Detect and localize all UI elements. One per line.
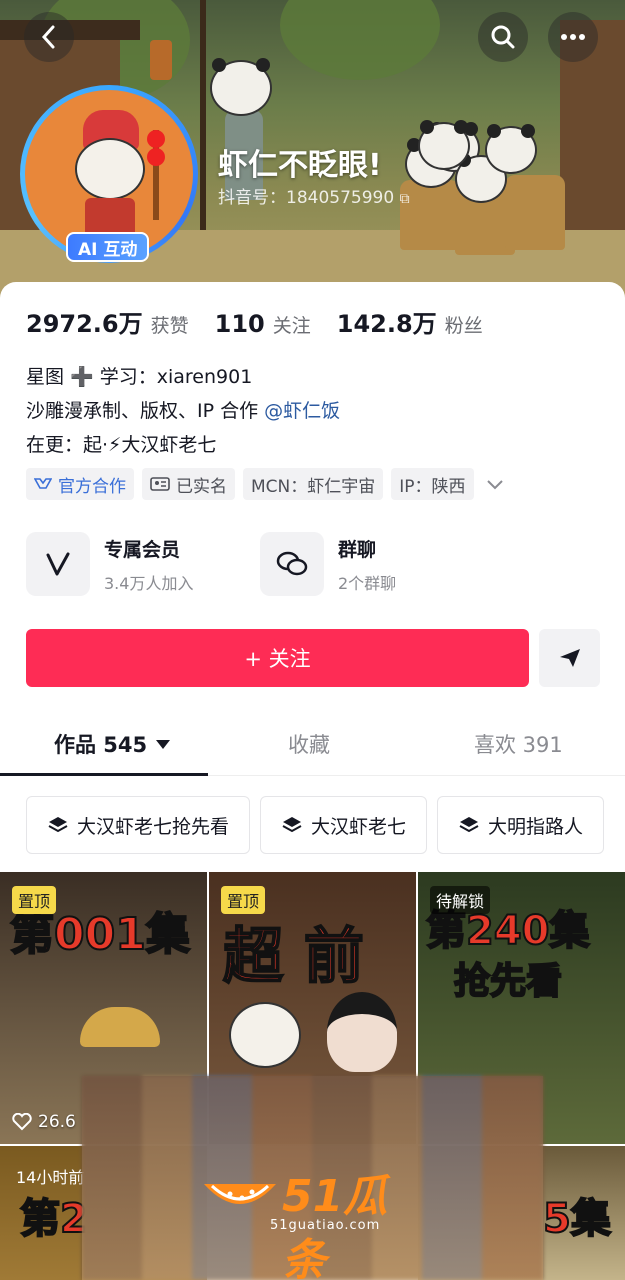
vip-v-icon [26, 532, 90, 596]
douyin-id-label: 抖音号：1840575990 [218, 188, 395, 208]
straw-hat [80, 1007, 160, 1047]
collection-chip[interactable]: 大明指路人 [437, 796, 605, 854]
collection-label: 大明指路人 [488, 815, 584, 838]
video-subtitle-overlay: 抢先看 [453, 960, 563, 1003]
pole [200, 0, 206, 240]
tag-label: 官方合作 [58, 476, 126, 497]
handshake-icon [34, 478, 52, 489]
followers-count[interactable]: 142.8万 [337, 304, 437, 339]
paper-plane-icon [559, 649, 580, 667]
character-body [505, 175, 565, 250]
followers-label: 粉丝 [444, 315, 483, 337]
bio-mention-link[interactable]: @虾仁饭 [264, 400, 340, 422]
layers-icon [282, 817, 302, 833]
active-tab-indicator [0, 773, 208, 776]
collection-chips: 大汉虾老七抢先看 大汉虾老七 大明指路人 [26, 796, 605, 854]
tag-label: 已实名 [176, 476, 227, 497]
feature-subtitle: 2个群聊 [338, 573, 397, 593]
locked-badge: 待解锁 [430, 886, 491, 914]
copy-icon[interactable]: ⧉ [400, 191, 410, 207]
tag-official-cooperation[interactable]: 官方合作 [26, 468, 134, 500]
bio-line-3: 在更：起·⚡大汉虾老七 [26, 434, 217, 456]
more-dots-icon [561, 34, 585, 40]
video-likes: 26.6 [12, 1112, 76, 1132]
video-time: 14小时前 [16, 1168, 85, 1187]
candied-haw [147, 130, 165, 148]
profile-name: 虾仁不眨眼! [218, 148, 382, 183]
tag-mcn[interactable]: MCN：虾仁宇宙 [243, 468, 384, 500]
following-label: 关注 [272, 315, 311, 337]
caret-down-icon [156, 740, 171, 749]
heart-icon [12, 1113, 32, 1131]
feature-vip-membership[interactable]: 专属会员 3.4万人加入 [26, 532, 193, 596]
tag-label: IP：陕西 [399, 476, 466, 497]
tag-ip-location: IP：陕西 [391, 468, 474, 500]
tab-favorites[interactable]: 收藏 [288, 712, 330, 776]
collection-chip[interactable]: 大汉虾老七 [260, 796, 428, 854]
tab-works[interactable]: 作品 545 [54, 712, 171, 776]
search-button[interactable] [478, 12, 528, 62]
stats-row: 2972.6万 获赞 110 关注 142.8万 粉丝 [26, 304, 509, 339]
collection-label: 大汉虾老七 [311, 815, 407, 838]
likes-count-label: 26.6 [38, 1112, 76, 1132]
lantern [150, 40, 172, 80]
watermark-logo: 51瓜条 51guatiao.com [200, 1160, 430, 1280]
search-icon [491, 25, 515, 49]
video-title-overlay: 超 前 [222, 921, 365, 993]
feature-subtitle: 3.4万人加入 [104, 573, 194, 593]
feature-group-chat[interactable]: 群聊 2个群聊 [260, 532, 396, 596]
chat-bubbles-icon [260, 532, 324, 596]
tree-foliage [280, 0, 440, 80]
tag-label: MCN：虾仁宇宙 [251, 476, 376, 497]
likes-count[interactable]: 2972.6万 [26, 304, 143, 339]
collection-chip[interactable]: 大汉虾老七抢先看 [26, 796, 251, 854]
ai-interact-badge[interactable]: AI 互动 [66, 232, 150, 262]
profile-tags: 官方合作 已实名 MCN：虾仁宇宙 IP：陕西 [26, 468, 504, 500]
back-button[interactable] [24, 12, 74, 62]
video-title-overlay: 5集 [542, 1195, 612, 1243]
bio-line-2-text: 沙雕漫承制、版权、IP 合作 [26, 400, 259, 422]
ai-badge-label: AI 互动 [78, 239, 138, 260]
chevron-down-icon[interactable] [486, 475, 504, 494]
more-button[interactable] [548, 12, 598, 62]
woman-face [327, 992, 397, 1072]
layers-icon [459, 817, 479, 833]
pinned-badge: 置顶 [221, 886, 266, 914]
pinned-badge: 置顶 [12, 886, 57, 914]
layers-icon [48, 817, 68, 833]
tab-likes[interactable]: 喜欢 391 [474, 712, 563, 776]
bio-line-1: 星图 ➕ 学习：xiaren901 [26, 366, 253, 388]
share-button[interactable] [539, 629, 600, 687]
tag-verified[interactable]: 已实名 [142, 468, 235, 500]
tab-label: 作品 545 [54, 733, 148, 757]
follow-button[interactable]: + 关注 [26, 629, 529, 687]
content-tabs: 作品 545 收藏 喜欢 391 [0, 712, 625, 776]
chevron-left-icon [41, 25, 55, 49]
following-count[interactable]: 110 [215, 310, 265, 338]
video-title-overlay: 第2 [19, 1195, 89, 1243]
douyin-id[interactable]: 抖音号：1840575990 ⧉ [218, 183, 410, 208]
panda-character [485, 124, 537, 174]
candied-haw [147, 148, 165, 166]
panda-face [75, 138, 145, 200]
panda-character [210, 58, 272, 116]
collection-label: 大汉虾老七抢先看 [77, 815, 230, 838]
panda-character [418, 120, 470, 170]
likes-label: 获赞 [150, 315, 189, 337]
feature-title: 专属会员 [104, 538, 181, 561]
id-card-icon [150, 477, 170, 491]
watermark-url: 51guatiao.com [270, 1218, 381, 1233]
feature-title: 群聊 [338, 538, 377, 561]
watermelon-icon [204, 1184, 276, 1204]
panda-face [229, 1002, 301, 1068]
bio-line-2: 沙雕漫承制、版权、IP 合作 @虾仁饭 [26, 396, 340, 423]
